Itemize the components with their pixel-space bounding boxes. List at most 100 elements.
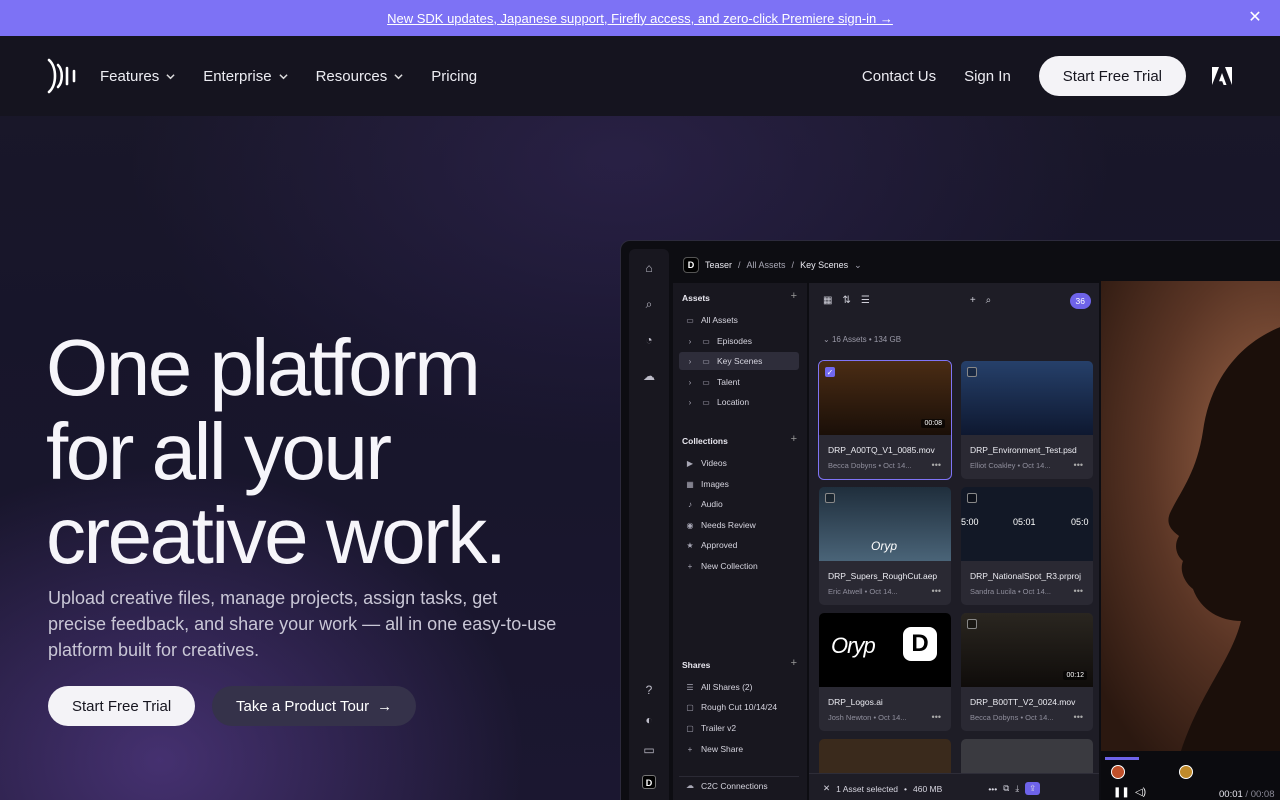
nav-features[interactable]: Features	[100, 68, 175, 85]
timecode-label: 05:01	[1013, 517, 1036, 527]
nav-enterprise[interactable]: Enterprise	[203, 67, 288, 85]
folder-all-assets[interactable]: ▭ All Assets	[679, 311, 799, 329]
collection-videos[interactable]: ▶ Videos	[679, 454, 799, 472]
close-icon[interactable]: ✕	[823, 783, 830, 794]
more-icon[interactable]: •••	[932, 460, 941, 470]
move-icon[interactable]: ⧉	[1003, 783, 1009, 794]
collections-header: Collections	[682, 436, 728, 446]
more-icon[interactable]: •••	[932, 586, 941, 596]
avatar	[1111, 765, 1125, 779]
search-icon[interactable]: ⌕	[642, 297, 656, 311]
asset-date: Oct 14...	[1022, 461, 1051, 470]
member-count-badge[interactable]: 36	[1069, 293, 1091, 309]
workspace-icon[interactable]: D	[642, 775, 656, 789]
add-icon[interactable]: +	[970, 295, 976, 306]
asset-name: DRP_NationalSpot_R3.prproj	[970, 571, 1082, 581]
help-icon[interactable]: ?	[642, 683, 656, 697]
asset-owner: Josh Newton • Oct 14...	[828, 713, 907, 722]
bulb-icon[interactable]: ◐	[642, 713, 656, 727]
nav-pricing[interactable]: Pricing	[431, 68, 477, 85]
contact-link[interactable]: Contact Us	[862, 68, 936, 85]
chevron-down-icon	[278, 73, 288, 79]
new-collection[interactable]: + New Collection	[679, 557, 799, 575]
nav-enterprise-label: Enterprise	[203, 67, 272, 85]
home-icon[interactable]: ⌂	[642, 261, 656, 275]
upload-icon[interactable]: ☁	[642, 369, 656, 383]
share-label: Rough Cut 10/14/24	[701, 702, 778, 712]
c2c-connections[interactable]: ☁ C2C Connections	[679, 776, 799, 794]
nav-resources[interactable]: Resources	[316, 68, 404, 85]
breadcrumb-current[interactable]: Key Scenes	[800, 260, 848, 270]
more-icon[interactable]: •••	[1074, 712, 1083, 722]
share-trailer[interactable]: ▢ Trailer v2	[679, 719, 799, 737]
checkbox-icon[interactable]	[825, 493, 835, 503]
top-nav: Features Enterprise Resources Pricing Co…	[0, 36, 1280, 116]
search-icon[interactable]: ⌕	[986, 295, 992, 306]
new-share[interactable]: + New Share	[679, 740, 799, 758]
signin-link[interactable]: Sign In	[964, 68, 1011, 85]
share-icon: ▢	[686, 702, 694, 712]
share-rough-cut[interactable]: ▢ Rough Cut 10/14/24	[679, 698, 799, 716]
folder-talent[interactable]: › ▭ Talent	[679, 373, 799, 391]
pause-icon[interactable]: ❚❚	[1113, 787, 1130, 798]
hero-start-trial-button[interactable]: Start Free Trial	[48, 686, 196, 726]
start-trial-button[interactable]: Start Free Trial	[1038, 56, 1186, 96]
collection-audio[interactable]: ♪ Audio	[679, 495, 799, 513]
more-icon[interactable]: •••	[1074, 586, 1083, 596]
asset-card[interactable]: Oryp D DRP_Logos.ai Josh Newton • Oct 14…	[819, 613, 951, 731]
breadcrumb-sep: /	[791, 260, 795, 270]
close-icon[interactable]: ✕	[1246, 9, 1264, 27]
video-icon: ▶	[686, 458, 694, 468]
collection-images[interactable]: ▦ Images	[679, 475, 799, 493]
folder-key-scenes[interactable]: › ▭ Key Scenes	[679, 352, 799, 370]
share-label: All Shares (2)	[701, 682, 753, 692]
logo-icon[interactable]	[46, 58, 80, 94]
product-tour-button[interactable]: Take a Product Tour →	[212, 686, 417, 726]
nav-pricing-label: Pricing	[431, 67, 478, 85]
share-icon[interactable]: ⇪	[1025, 782, 1041, 795]
folder-location[interactable]: › ▭ Location	[679, 393, 799, 411]
sort-icon[interactable]: ⇅	[842, 295, 850, 306]
more-icon[interactable]: •••	[932, 712, 941, 722]
checkbox-icon[interactable]	[967, 619, 977, 629]
more-icon[interactable]: •••	[988, 784, 997, 794]
add-folder-icon[interactable]: +	[791, 290, 797, 302]
folder-label: Talent	[717, 377, 740, 387]
asset-owner-name: Eric Atwell	[828, 587, 863, 596]
add-collection-icon[interactable]: +	[791, 433, 797, 445]
asset-name: DRP_B00TT_V2_0024.mov	[970, 697, 1076, 707]
asset-thumbnail: Oryp D	[819, 613, 951, 687]
share-all[interactable]: ☰ All Shares (2)	[679, 678, 799, 696]
adobe-icon[interactable]	[1212, 67, 1232, 85]
add-share-icon[interactable]: +	[791, 657, 797, 669]
grid-toolbar: ▦ ⇅ ☰ + ⌕	[809, 283, 1099, 317]
hero-title: One platform for all your creative work.	[46, 326, 606, 578]
collection-needs-review[interactable]: ◉ Needs Review	[679, 516, 799, 534]
chevron-right-icon: ›	[688, 377, 692, 387]
silhouette-image	[1168, 327, 1280, 751]
announcement-link[interactable]: New SDK updates, Japanese support, Firef…	[387, 11, 893, 26]
checkbox-checked-icon[interactable]: ✓	[825, 367, 835, 377]
asset-card[interactable]: 00:12 DRP_B00TT_V2_0024.mov Becca Dobyns…	[961, 613, 1093, 731]
checkbox-icon[interactable]	[967, 493, 977, 503]
more-icon[interactable]: •••	[1074, 460, 1083, 470]
asset-card[interactable]: Oryp DRP_Supers_RoughCut.aep Eric Atwell…	[819, 487, 951, 605]
hero-title-line: creative work.	[46, 491, 507, 580]
volume-icon[interactable]: ◁)	[1135, 787, 1146, 798]
keyboard-icon[interactable]: ▭	[642, 743, 656, 757]
asset-card[interactable]: 5:00 05:01 05:0 DRP_NationalSpot_R3.prpr…	[961, 487, 1093, 605]
breadcrumb-project[interactable]: Teaser	[705, 260, 732, 270]
folder-episodes[interactable]: › ▭ Episodes	[679, 332, 799, 350]
asset-card[interactable]: DRP_Environment_Test.psd Elliot Coakley …	[961, 361, 1093, 479]
filter-icon[interactable]: ☰	[861, 295, 870, 306]
download-icon[interactable]: ⤓	[1015, 783, 1019, 794]
bell-icon[interactable]: ◔	[642, 333, 656, 347]
progress-bar[interactable]	[1105, 757, 1139, 760]
collection-approved[interactable]: ★ Approved	[679, 536, 799, 554]
breadcrumb-all-assets[interactable]: All Assets	[747, 260, 786, 270]
asset-card[interactable]: ✓ 00:08 DRP_A00TQ_V1_0085.mov Becca Doby…	[818, 360, 952, 480]
assets-sidebar: Assets + ▭ All Assets › ▭ Episodes › ▭ Key Sc…	[673, 283, 807, 800]
folder-label: Key Scenes	[717, 356, 763, 366]
checkbox-icon[interactable]	[967, 367, 977, 377]
layout-icon[interactable]: ▦	[823, 295, 832, 306]
